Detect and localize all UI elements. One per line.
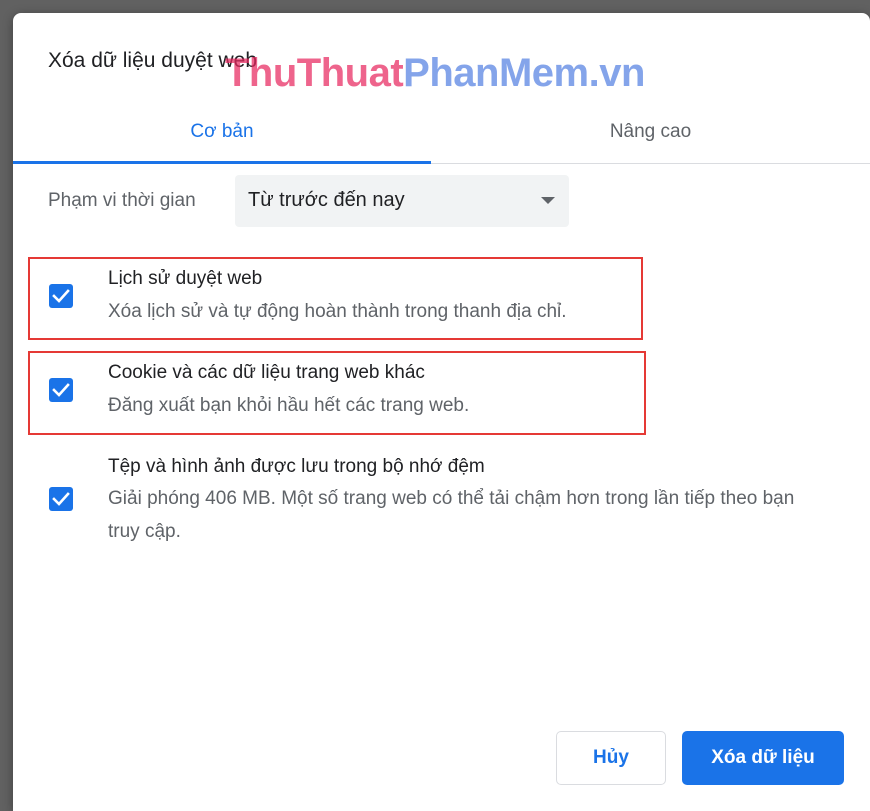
tab-bar: Cơ bản Nâng cao [13,101,870,165]
clear-browsing-data-dialog: Xóa dữ liệu duyệt web ThuThuatPhanMem.vn… [13,13,870,811]
dropdown-arrow-icon [541,197,555,204]
cookies-description: Đăng xuất bạn khỏi hầu hết các trang web… [108,395,470,416]
time-range-select[interactable]: Từ trước đến nay [235,175,569,227]
cache-description: Giải phóng 406 MB. Một số trang web có t… [108,488,795,542]
time-range-label: Phạm vi thời gian [48,190,196,211]
cookies-checkbox[interactable] [49,378,73,402]
check-icon [52,289,70,303]
check-icon [52,383,70,397]
cache-checkbox[interactable] [49,487,73,511]
tab-advanced[interactable]: Nâng cao [431,101,870,163]
history-title: Lịch sử duyệt web [108,268,263,289]
time-range-value: Từ trước đến nay [248,189,405,211]
active-tab-indicator [13,161,431,164]
watermark-logo: ThuThuatPhanMem.vn [225,53,645,93]
cache-title: Tệp và hình ảnh được lưu trong bộ nhớ đệ… [108,456,485,477]
clear-data-button[interactable]: Xóa dữ liệu [682,731,844,785]
cancel-button[interactable]: Hủy [556,731,666,785]
watermark-part-1: ThuThuat [225,51,404,95]
history-checkbox[interactable] [49,284,73,308]
check-icon [52,492,70,506]
history-description: Xóa lịch sử và tự động hoàn thành trong … [108,301,567,322]
watermark-part-2: PhanMem.vn [403,51,645,95]
cookies-title: Cookie và các dữ liệu trang web khác [108,362,425,383]
tab-basic[interactable]: Cơ bản [13,101,431,163]
